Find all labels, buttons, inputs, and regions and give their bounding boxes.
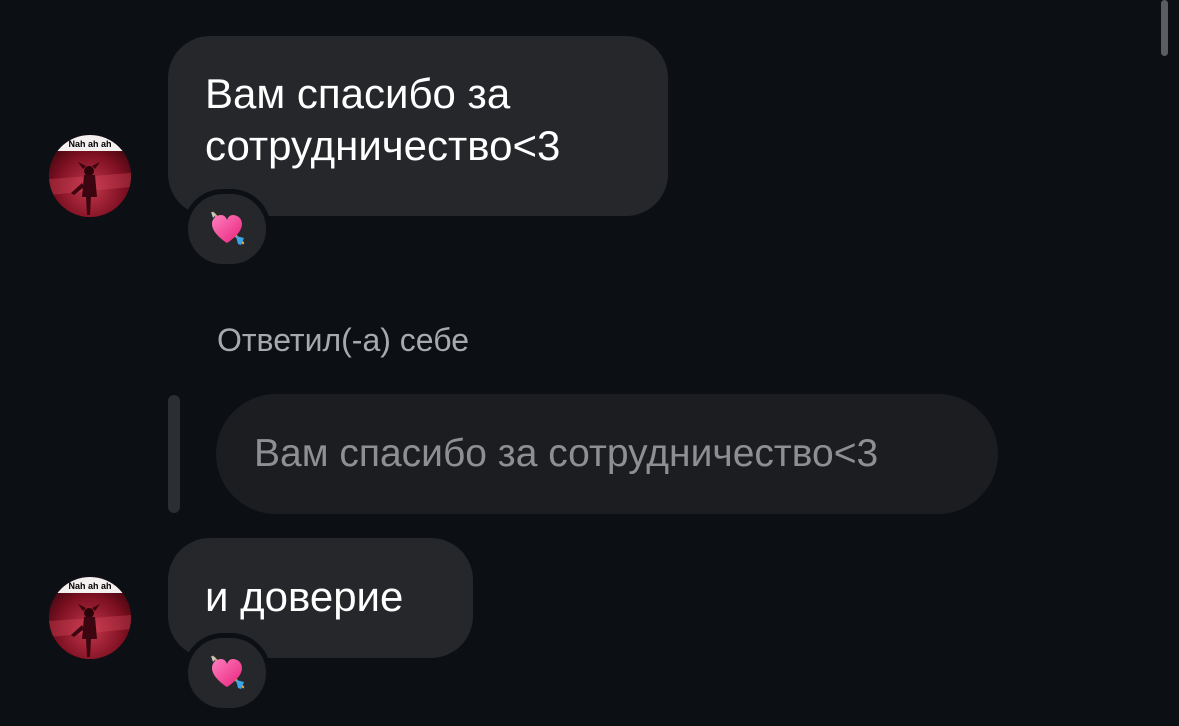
avatar-caption: Nah ah ah [68,139,111,149]
avatar-image: Nah ah ah [49,135,131,217]
reaction-badge[interactable] [183,189,271,269]
message-text-line: сотрудничество<3 [205,122,561,169]
reaction-badge[interactable] [183,633,271,713]
message-text-line: и доверие [205,573,404,620]
avatar[interactable]: Nah ah ah [49,577,131,659]
reply-label: Ответил(-а) себе [217,322,469,358]
scrollbar[interactable] [1161,0,1168,56]
message-bubble[interactable]: Вам спасибо за сотрудничество<3 [168,36,668,216]
avatar-caption: Nah ah ah [68,581,111,591]
heart-with-arrow-icon [211,655,245,689]
avatar[interactable]: Nah ah ah [49,135,131,217]
reply-indicator-bar [168,395,180,513]
message-text-line: Вам спасибо за [205,70,511,117]
quoted-message-text: Вам спасибо за сотрудничество<3 [254,432,879,475]
quoted-message[interactable]: Вам спасибо за сотрудничество<3 [216,394,998,514]
heart-with-arrow-icon [211,211,245,245]
avatar-image: Nah ah ah [49,577,131,659]
